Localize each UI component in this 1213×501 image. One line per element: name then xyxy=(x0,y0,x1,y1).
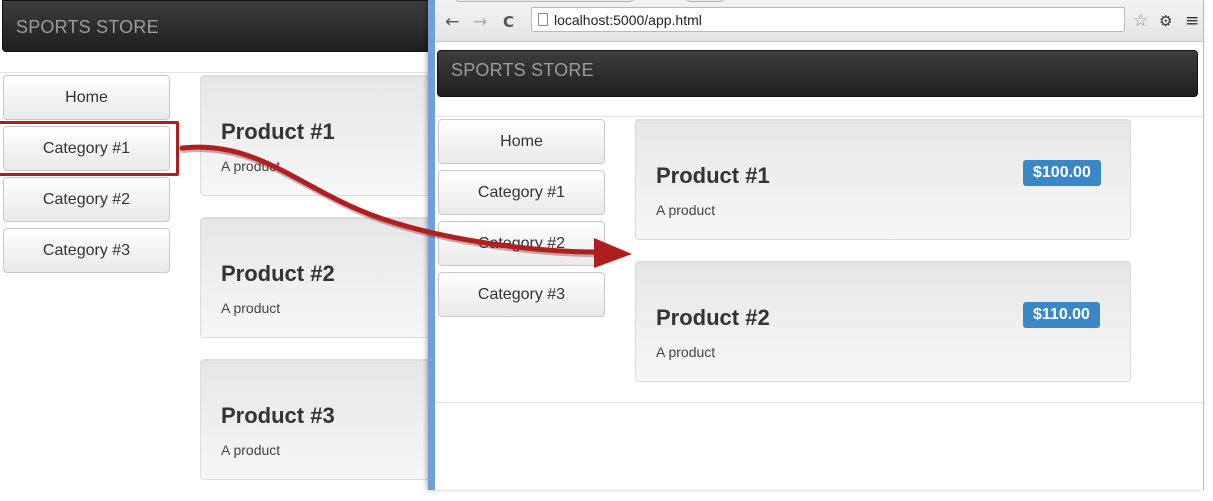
brand[interactable]: SPORTS STORE xyxy=(451,60,594,81)
product-card: Product #2 A product xyxy=(200,217,440,338)
product-title: Product #1 xyxy=(656,163,770,188)
product-card: Product #1 A product $100.00 xyxy=(635,119,1131,240)
back-app-window: SPORTS STORE Home Category #1 Category #… xyxy=(0,0,440,490)
price-badge: $110.00 xyxy=(1023,302,1100,328)
menu-icon[interactable]: ≡ xyxy=(1185,11,1199,31)
browser-window: ← → C localhost:5000/app.html ☆ ⚙ ≡ SPOR… xyxy=(428,0,1204,490)
product-title: Product #2 xyxy=(221,261,335,286)
product-card: Product #1 A product xyxy=(200,75,440,196)
product-description: A product xyxy=(221,442,281,458)
url-text: localhost:5000/app.html xyxy=(554,12,702,28)
product-title: Product #3 xyxy=(221,403,335,428)
back-arrow-icon[interactable]: ← xyxy=(445,12,459,32)
category-button-1[interactable]: Category #1 xyxy=(438,170,605,215)
address-bar[interactable]: localhost:5000/app.html xyxy=(531,7,1125,32)
category-button-2[interactable]: Category #2 xyxy=(3,177,170,222)
product-description: A product xyxy=(221,158,281,174)
selection-highlight xyxy=(0,121,179,176)
price-badge: $100.00 xyxy=(1023,160,1101,186)
forward-arrow-icon[interactable]: → xyxy=(473,12,487,32)
product-description: A product xyxy=(656,202,716,218)
product-title: Product #1 xyxy=(221,119,335,144)
product-description: A product xyxy=(656,344,716,360)
category-button-home[interactable]: Home xyxy=(438,119,605,164)
category-button-2[interactable]: Category #2 xyxy=(438,221,605,266)
category-button-3[interactable]: Category #3 xyxy=(3,228,170,273)
page-icon xyxy=(538,13,548,26)
browser-tab[interactable] xyxy=(455,0,635,2)
divider xyxy=(435,402,1203,403)
new-tab-button[interactable] xyxy=(685,0,725,2)
divider xyxy=(0,72,440,73)
divider xyxy=(435,116,1203,117)
brand[interactable]: SPORTS STORE xyxy=(16,17,159,38)
product-description: A product xyxy=(221,300,281,316)
star-icon[interactable]: ☆ xyxy=(1133,11,1148,31)
category-button-3[interactable]: Category #3 xyxy=(438,272,605,317)
reload-icon[interactable]: C xyxy=(503,13,514,31)
product-card: Product #2 A product $110.00 xyxy=(635,261,1131,382)
product-card: Product #3 A product xyxy=(200,359,440,480)
category-button-home[interactable]: Home xyxy=(3,75,170,120)
extension-icon[interactable]: ⚙ xyxy=(1159,12,1172,30)
product-title: Product #2 xyxy=(656,305,770,330)
